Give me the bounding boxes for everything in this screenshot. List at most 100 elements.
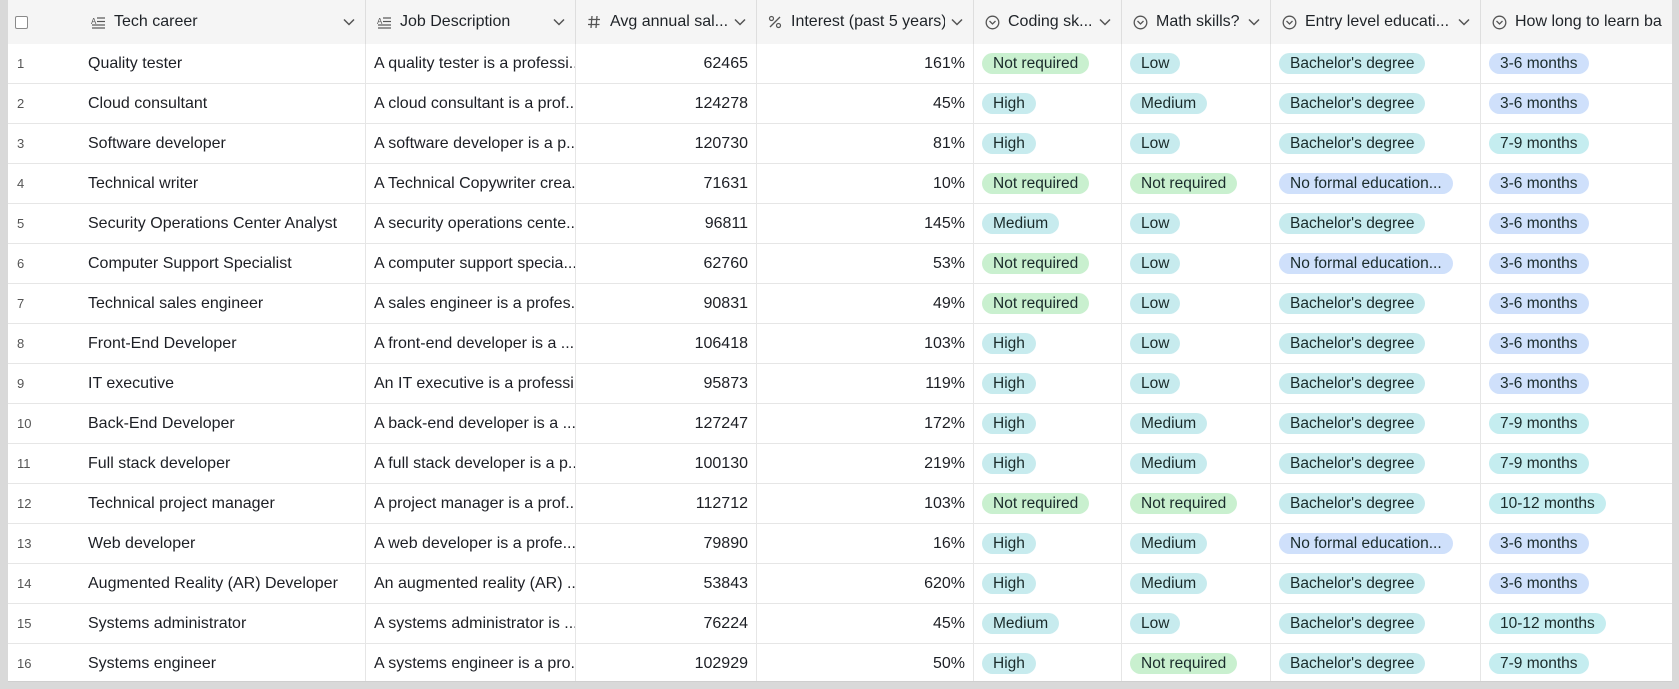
learn-cell[interactable]: 7-9 months	[1481, 444, 1672, 483]
math-cell[interactable]: Low	[1122, 44, 1271, 83]
learn-cell[interactable]: 10-12 months	[1481, 484, 1672, 523]
edu-cell[interactable]: Bachelor's degree	[1271, 284, 1481, 323]
salary-cell[interactable]: 124278	[576, 84, 757, 123]
learn-cell[interactable]: 3-6 months	[1481, 524, 1672, 563]
learn-cell[interactable]: 3-6 months	[1481, 204, 1672, 243]
coding-cell[interactable]: High	[974, 324, 1122, 363]
description-cell[interactable]: An IT executive is a professi...	[366, 364, 576, 403]
description-cell[interactable]: A quality tester is a professi...	[366, 44, 576, 83]
edu-cell[interactable]: Bachelor's degree	[1271, 44, 1481, 83]
salary-cell[interactable]: 95873	[576, 364, 757, 403]
interest-cell[interactable]: 119%	[757, 364, 974, 403]
coding-cell[interactable]: High	[974, 644, 1122, 681]
edu-cell[interactable]: Bachelor's degree	[1271, 564, 1481, 603]
salary-cell[interactable]: 102929	[576, 644, 757, 681]
learn-cell[interactable]: 3-6 months	[1481, 244, 1672, 283]
table-row[interactable]: 12 Technical project manager A project man…	[8, 484, 1672, 524]
career-cell[interactable]: Full stack developer	[80, 444, 366, 483]
chevron-down-icon[interactable]	[343, 16, 355, 28]
table-row[interactable]: 16 Systems engineer A systems engineer is …	[8, 644, 1672, 681]
salary-cell[interactable]: 53843	[576, 564, 757, 603]
math-cell[interactable]: Low	[1122, 324, 1271, 363]
math-cell[interactable]: Not required	[1122, 644, 1271, 681]
math-cell[interactable]: Low	[1122, 124, 1271, 163]
career-cell[interactable]: Back-End Developer	[80, 404, 366, 443]
coding-cell[interactable]: High	[974, 524, 1122, 563]
learn-cell[interactable]: 3-6 months	[1481, 284, 1672, 323]
coding-cell[interactable]: Not required	[974, 164, 1122, 203]
description-cell[interactable]: A computer support specia...	[366, 244, 576, 283]
interest-cell[interactable]: 53%	[757, 244, 974, 283]
coding-cell[interactable]: High	[974, 84, 1122, 123]
description-cell[interactable]: A software developer is a p...	[366, 124, 576, 163]
math-cell[interactable]: Medium	[1122, 444, 1271, 483]
career-cell[interactable]: Systems administrator	[80, 604, 366, 643]
salary-cell[interactable]: 90831	[576, 284, 757, 323]
coding-cell[interactable]: Not required	[974, 484, 1122, 523]
column-header-math-skills[interactable]: Math skills?	[1122, 0, 1271, 44]
salary-cell[interactable]: 62760	[576, 244, 757, 283]
edu-cell[interactable]: Bachelor's degree	[1271, 324, 1481, 363]
interest-cell[interactable]: 103%	[757, 324, 974, 363]
interest-cell[interactable]: 219%	[757, 444, 974, 483]
learn-cell[interactable]: 3-6 months	[1481, 564, 1672, 603]
career-cell[interactable]: Systems engineer	[80, 644, 366, 681]
table-row[interactable]: 4 Technical writer A Technical Copywriter …	[8, 164, 1672, 204]
column-header-job-description[interactable]: A Job Description	[366, 0, 576, 44]
edu-cell[interactable]: Bachelor's degree	[1271, 644, 1481, 681]
description-cell[interactable]: An augmented reality (AR) ...	[366, 564, 576, 603]
column-header-coding-skills[interactable]: Coding sk...	[974, 0, 1122, 44]
column-header-interest[interactable]: Interest (past 5 years)	[757, 0, 974, 44]
table-row[interactable]: 1 Quality tester A quality tester is a pro…	[8, 44, 1672, 84]
interest-cell[interactable]: 10%	[757, 164, 974, 203]
salary-cell[interactable]: 106418	[576, 324, 757, 363]
column-header-entry-education[interactable]: Entry level educati...	[1271, 0, 1481, 44]
coding-cell[interactable]: High	[974, 444, 1122, 483]
edu-cell[interactable]: Bachelor's degree	[1271, 444, 1481, 483]
learn-cell[interactable]: 3-6 months	[1481, 164, 1672, 203]
career-cell[interactable]: Technical sales engineer	[80, 284, 366, 323]
career-cell[interactable]: Technical project manager	[80, 484, 366, 523]
description-cell[interactable]: A sales engineer is a profes...	[366, 284, 576, 323]
coding-cell[interactable]: Medium	[974, 604, 1122, 643]
interest-cell[interactable]: 16%	[757, 524, 974, 563]
interest-cell[interactable]: 103%	[757, 484, 974, 523]
description-cell[interactable]: A security operations cente...	[366, 204, 576, 243]
edu-cell[interactable]: Bachelor's degree	[1271, 604, 1481, 643]
salary-cell[interactable]: 112712	[576, 484, 757, 523]
career-cell[interactable]: Security Operations Center Analyst	[80, 204, 366, 243]
coding-cell[interactable]: High	[974, 564, 1122, 603]
select-all-checkbox[interactable]	[15, 15, 28, 29]
coding-cell[interactable]: High	[974, 124, 1122, 163]
coding-cell[interactable]: High	[974, 364, 1122, 403]
career-cell[interactable]: Technical writer	[80, 164, 366, 203]
edu-cell[interactable]: Bachelor's degree	[1271, 404, 1481, 443]
description-cell[interactable]: A systems administrator is ...	[366, 604, 576, 643]
table-row[interactable]: 15 Systems administrator A systems adminis…	[8, 604, 1672, 644]
career-cell[interactable]: Software developer	[80, 124, 366, 163]
table-row[interactable]: 3 Software developer A software developer …	[8, 124, 1672, 164]
column-header-time-to-learn[interactable]: How long to learn ba	[1481, 0, 1672, 44]
description-cell[interactable]: A front-end developer is a ...	[366, 324, 576, 363]
table-row[interactable]: 9 IT executive An IT executive is a profes…	[8, 364, 1672, 404]
interest-cell[interactable]: 45%	[757, 84, 974, 123]
career-cell[interactable]: IT executive	[80, 364, 366, 403]
table-row[interactable]: 14 Augmented Reality (AR) Developer An aug…	[8, 564, 1672, 604]
column-header-avg-salary[interactable]: Avg annual sal...	[576, 0, 757, 44]
interest-cell[interactable]: 161%	[757, 44, 974, 83]
coding-cell[interactable]: High	[974, 404, 1122, 443]
math-cell[interactable]: Not required	[1122, 484, 1271, 523]
chevron-down-icon[interactable]	[553, 16, 565, 28]
math-cell[interactable]: Medium	[1122, 404, 1271, 443]
interest-cell[interactable]: 145%	[757, 204, 974, 243]
math-cell[interactable]: Medium	[1122, 564, 1271, 603]
coding-cell[interactable]: Not required	[974, 244, 1122, 283]
table-row[interactable]: 10 Back-End Developer A back-end developer…	[8, 404, 1672, 444]
learn-cell[interactable]: 3-6 months	[1481, 84, 1672, 123]
math-cell[interactable]: Medium	[1122, 524, 1271, 563]
coding-cell[interactable]: Not required	[974, 284, 1122, 323]
description-cell[interactable]: A back-end developer is a ...	[366, 404, 576, 443]
math-cell[interactable]: Low	[1122, 364, 1271, 403]
salary-cell[interactable]: 79890	[576, 524, 757, 563]
edu-cell[interactable]: No formal education...	[1271, 524, 1481, 563]
